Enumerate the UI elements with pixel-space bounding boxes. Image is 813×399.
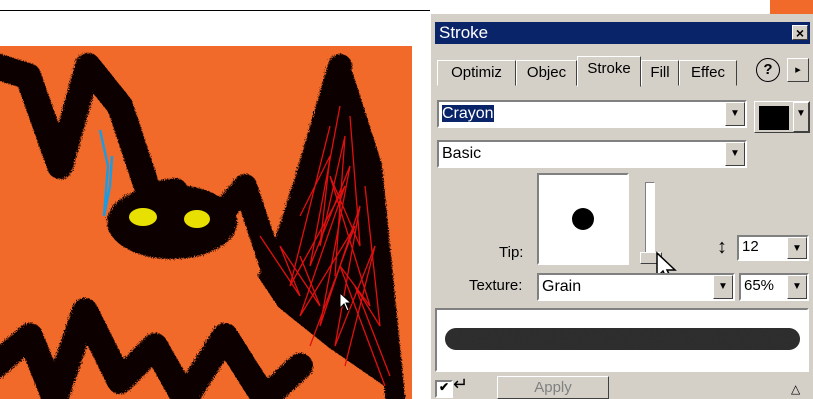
texture-label: Texture: [469,277,523,294]
collapse-icon[interactable]: △ [791,382,800,396]
tab-effect[interactable]: Effec [679,60,737,86]
texture-value: Grain [542,278,582,295]
tip-label: Tip: [499,244,524,261]
tab-stroke[interactable]: Stroke [577,56,641,87]
stroke-color-chip [759,106,789,130]
tab-fill[interactable]: Fill [641,60,679,86]
chevron-down-icon[interactable]: ▼ [725,142,745,166]
tip-size-icon: ↕ [717,236,727,258]
apply-button[interactable]: Apply [497,376,609,399]
stroke-category-value: Crayon [442,105,494,122]
tip-size-value: 12 [742,238,759,255]
chevron-down-icon[interactable]: ▼ [725,102,745,126]
tip-preview-dot [572,208,594,230]
enter-icon: ↵ [453,374,469,394]
panel-title: Stroke [439,23,489,42]
tip-preview [537,173,629,265]
chevron-down-icon[interactable]: ▼ [713,275,733,299]
panel-titlebar[interactable]: Stroke × [435,22,810,44]
bat-neck [137,178,188,209]
auto-apply-checkbox[interactable]: ✔ [435,380,453,398]
close-button[interactable]: × [792,25,808,40]
tip-size-field[interactable]: 12 ▼ [737,235,809,261]
chevron-down-icon[interactable]: ▼ [787,275,807,299]
chevron-down-icon[interactable]: ▼ [793,102,809,132]
stroke-panel: Stroke × Optimiz Objec Stroke Fill Effec… [430,14,813,399]
stroke-color-swatch[interactable]: ▼ [754,101,810,133]
chevron-down-icon[interactable]: ▼ [787,237,807,259]
stroke-category-dropdown[interactable]: Crayon ▼ [437,100,747,128]
tab-optimize[interactable]: Optimiz [437,60,516,86]
bat-eye-right [184,210,210,228]
drawing-canvas[interactable] [0,46,412,399]
stroke-preview [435,308,809,372]
stroke-type-dropdown[interactable]: Basic ▼ [437,140,747,168]
texture-amount-field[interactable]: 65% ▼ [739,273,809,301]
canvas-edge-fragment [770,0,813,14]
options-menu-button[interactable]: ▸ [787,58,809,82]
stroke-sample [445,328,800,350]
stroke-type-value: Basic [442,145,482,162]
bat-eye-left [129,208,157,226]
help-button[interactable]: ? [756,58,780,82]
texture-amount-value: 65% [744,277,775,294]
tab-object[interactable]: Objec [516,60,577,86]
texture-dropdown[interactable]: Grain ▼ [537,273,735,301]
document-top-border [0,10,430,11]
